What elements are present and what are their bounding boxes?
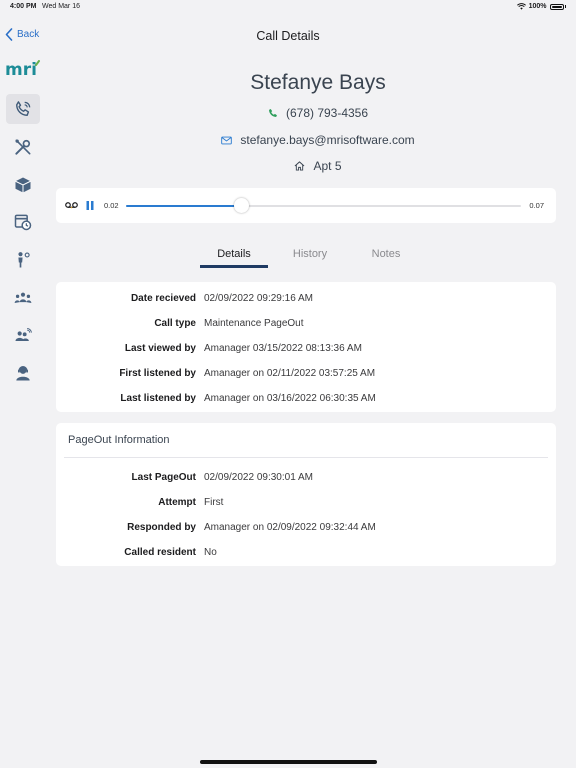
mri-logo: mri [5, 60, 41, 83]
detail-row-call-type: Call type Maintenance PageOut [56, 311, 556, 336]
status-bar: 4:00 PM Wed Mar 16 100% [0, 0, 576, 14]
contact-email-row[interactable]: stefanye.bays@mrisoftware.com [60, 133, 576, 147]
total-time: 0.07 [529, 201, 544, 210]
detail-tabs: Details History Notes [200, 248, 428, 268]
battery-percent: 100% [528, 3, 547, 10]
pageout-row-attempt: Attempt First [56, 490, 556, 515]
battery-tip [564, 5, 566, 8]
sidebar-item-visitors[interactable] [6, 245, 40, 275]
contact-phone-row[interactable]: (678) 793-4356 [60, 106, 576, 120]
sidebar-item-schedule[interactable] [6, 207, 40, 237]
tab-history[interactable]: History [276, 248, 344, 268]
sidebar-item-contacts[interactable] [6, 321, 40, 351]
detail-row-last-viewed: Last viewed by Amanager 03/15/2022 08:13… [56, 336, 556, 361]
home-indicator [200, 760, 377, 764]
status-time: 4:00 PM [10, 3, 37, 10]
playback-progress [126, 205, 241, 207]
pageout-row-responded-by: Responded by Amanager on 02/09/2022 09:3… [56, 515, 556, 540]
tools-icon [15, 139, 31, 155]
detail-value: Amanager 03/15/2022 08:13:36 AM [204, 343, 362, 354]
details-card: Date recieved 02/09/2022 09:29:16 AM Cal… [56, 282, 556, 412]
playback-slider-thumb[interactable] [233, 198, 249, 213]
detail-label: Date recieved [130, 293, 196, 304]
sidebar-item-support[interactable] [6, 358, 40, 388]
contact-address: Apt 5 [313, 159, 342, 173]
detail-value: Amanager on 03/16/2022 06:30:35 AM [204, 393, 376, 404]
contact-address-row: Apt 5 [60, 159, 576, 173]
page-title: Call Details [256, 29, 320, 43]
sidebar-item-calls[interactable] [6, 94, 40, 124]
pageout-label: Responded by [127, 522, 196, 533]
current-time: 0.02 [104, 201, 119, 210]
group-icon [14, 292, 32, 303]
pageout-card: PageOut Information Last PageOut 02/09/2… [56, 423, 556, 566]
pageout-label: Called resident [124, 547, 196, 558]
person-wifi-icon [15, 328, 32, 341]
detail-value: Maintenance PageOut [204, 318, 304, 329]
envelope-icon [221, 136, 233, 144]
phone-icon [269, 109, 277, 117]
tab-notes[interactable]: Notes [352, 248, 420, 268]
detail-value: 02/09/2022 09:29:16 AM [204, 293, 313, 304]
voicemail-icon [65, 202, 78, 209]
pageout-label: Attempt [158, 497, 196, 508]
detail-label: Call type [154, 318, 196, 329]
detail-row-last-listened: Last listened by Amanager on 03/16/2022 … [56, 386, 556, 411]
status-date: Wed Mar 16 [42, 3, 80, 10]
package-icon [15, 177, 31, 193]
pageout-label: Last PageOut [131, 472, 196, 483]
person-pin-icon [18, 252, 30, 268]
pageout-value: 02/09/2022 09:30:01 AM [204, 472, 313, 483]
contact-phone: (678) 793-4356 [285, 106, 369, 120]
pageout-value: First [204, 497, 224, 508]
pageout-row-last-pageout: Last PageOut 02/09/2022 09:30:01 AM [56, 465, 556, 490]
sidebar-item-packages[interactable] [6, 170, 40, 200]
phone-call-icon [16, 101, 31, 116]
pageout-value: Amanager on 02/09/2022 09:32:44 AM [204, 522, 376, 533]
tab-details[interactable]: Details [200, 248, 268, 268]
playback-slider[interactable] [126, 198, 521, 213]
detail-row-date-received: Date recieved 02/09/2022 09:29:16 AM [56, 286, 556, 311]
detail-row-first-listened: First listened by Amanager on 02/11/2022… [56, 361, 556, 386]
detail-label: First listened by [119, 368, 196, 379]
wifi-icon [516, 3, 526, 10]
pageout-row-called-resident: Called resident No [56, 540, 556, 565]
detail-value: Amanager on 02/11/2022 03:57:25 AM [204, 368, 376, 379]
battery-icon [549, 3, 564, 10]
status-right: 100% [516, 3, 566, 10]
pageout-value: No [204, 547, 217, 558]
contact-name: Stefanye Bays [250, 71, 386, 94]
sidebar-item-residents[interactable] [6, 283, 40, 313]
logo-text: mri [5, 60, 37, 78]
pageout-rows: Last PageOut 02/09/2022 09:30:01 AM Atte… [56, 458, 556, 565]
calendar-clock-icon [14, 214, 32, 231]
detail-label: Last viewed by [124, 343, 196, 354]
voicemail-player: 0.02 0.07 [56, 188, 556, 223]
pause-button[interactable] [86, 201, 94, 210]
pageout-title: PageOut Information [64, 423, 548, 458]
agent-icon [16, 366, 30, 381]
detail-label: Last listened by [120, 393, 196, 404]
sidebar-item-maintenance[interactable] [6, 132, 40, 162]
contact-email: stefanye.bays@mrisoftware.com [240, 133, 415, 147]
home-icon [295, 161, 305, 171]
